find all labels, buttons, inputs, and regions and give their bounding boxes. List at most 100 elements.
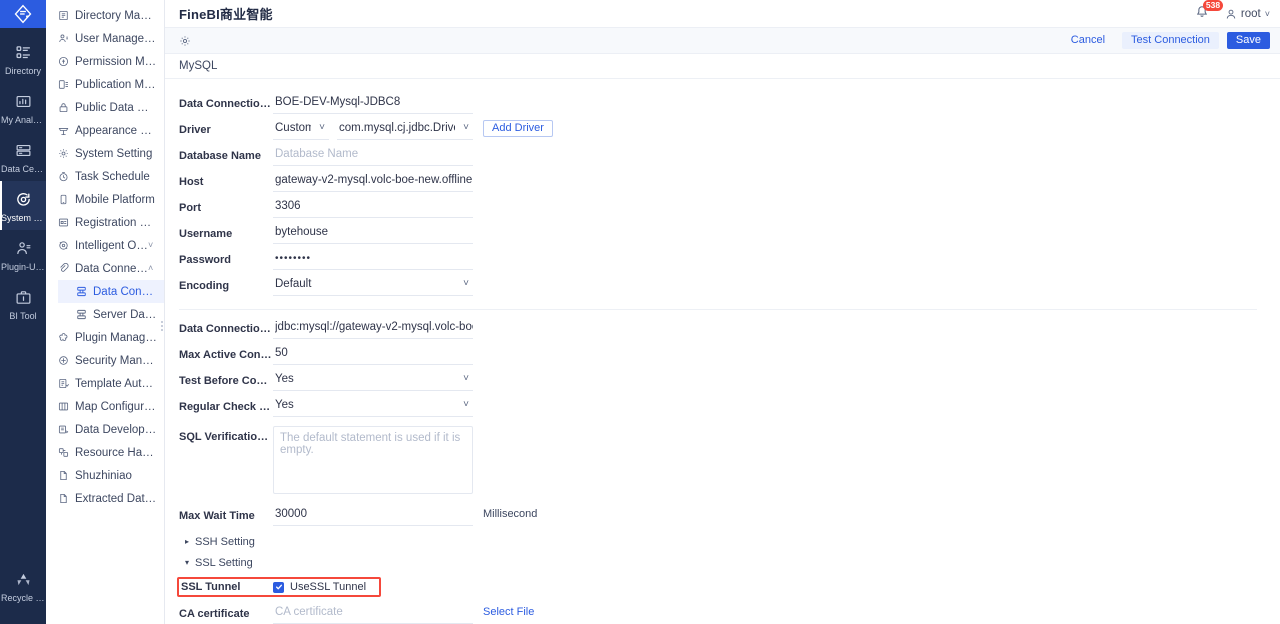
nav-item-label: Template Authent... [75,377,158,390]
rail-item-my-analysis[interactable]: My Analysis [0,83,46,132]
sql-verification-query-textarea[interactable] [273,426,473,494]
nav-item-server-dataset[interactable]: Server Dataset [58,303,164,326]
ssl-setting-accordion[interactable]: ▾ SSL Setting [165,552,1280,573]
rail-item-system-management[interactable]: System M... [0,181,46,230]
nav-item-system-setting[interactable]: System Setting [46,142,164,165]
nav-item-intelligent-om[interactable]: Intelligent O&M ˅ [46,234,164,257]
cancel-button[interactable]: Cancel [1062,32,1114,49]
field-label: Regular Check of Idle ... [179,401,273,413]
nav-item-appearance-configuration[interactable]: Appearance Con... [46,119,164,142]
add-driver-button[interactable]: Add Driver [483,120,553,137]
notification-bell[interactable]: 538 [1195,0,1224,23]
nav-item-resource-handover[interactable]: Resource Handover [46,441,164,464]
link-icon [56,263,70,274]
database-name-input[interactable] [273,145,473,166]
registration-icon [56,217,70,228]
test-before-connection-value[interactable] [273,370,473,391]
nav-item-data-connection[interactable]: Data Connectio... [58,280,164,303]
ca-certificate-input[interactable] [273,603,473,624]
nav-item-mobile-platform[interactable]: Mobile Platform [46,188,164,211]
nav-item-data-connection-group[interactable]: Data Connect... ˄ [46,257,164,280]
form-row-port: Port [165,197,1280,223]
ssh-setting-accordion[interactable]: ▸ SSH Setting [165,531,1280,552]
nav-item-plugin-management[interactable]: Plugin Management [46,326,164,349]
connection-form: Data Connection Name Driver ˅ [165,79,1280,624]
file-icon [56,493,70,504]
field-control [273,318,473,339]
field-control [273,344,473,365]
nav-item-label: Map Configuration [75,400,158,413]
driver-class-value[interactable] [337,119,473,140]
nav-item-public-data-management[interactable]: Public Data Mana... [46,96,164,119]
password-input[interactable] [273,249,473,270]
rail-item-directory[interactable]: Directory [0,34,46,83]
nav-item-label: Appearance Con... [75,124,158,137]
driver-mode-select[interactable]: ˅ [273,119,329,140]
field-label: Max Active Connection [179,349,273,361]
field-control [273,197,473,218]
nav-item-label: Data Connectio... [93,285,158,298]
regular-check-idle-select[interactable]: ˅ [273,396,473,417]
ssh-setting-label: SSH Setting [195,535,255,548]
field-label: SSL Tunnel [181,581,241,593]
nav-item-label: Plugin Management [75,331,158,344]
nav-item-publication-management[interactable]: Publication Mana... [46,73,164,96]
field-control [273,145,473,166]
finebi-logo-icon[interactable] [0,0,46,28]
username-input[interactable] [273,223,473,244]
nav-item-extracted-data-cache[interactable]: Extracted Data C... [46,487,164,510]
ssl-tunnel-checkbox[interactable] [273,581,284,593]
driver-mode-value[interactable] [273,119,329,140]
form-row-encoding: Encoding ˅ [165,275,1280,301]
field-control: Select File [273,603,534,624]
port-input[interactable] [273,197,473,218]
chart-icon [0,90,46,112]
nav-item-map-configuration[interactable]: Map Configuration [46,395,164,418]
nav-item-registration-management[interactable]: Registration Man... [46,211,164,234]
nav-item-security-management[interactable]: Security Manage... [46,349,164,372]
field-control: ˅ [273,396,473,417]
field-label: Username [179,228,233,240]
regular-check-idle-value[interactable] [273,396,473,417]
chevron-up-icon[interactable]: ˄ [148,264,158,273]
rail-item-plugin-user[interactable]: Plugin-Us... [0,230,46,279]
permission-icon [56,56,70,67]
save-button[interactable]: Save [1226,32,1270,49]
nav-item-directory-management[interactable]: Directory Manage... [46,4,164,27]
chevron-down-icon[interactable]: ˅ [148,241,158,250]
max-active-connection-input[interactable] [273,344,473,365]
field-label: Data Connection Name [179,98,273,110]
clock-icon [56,171,70,182]
form-row-test-before-connection: Test Before Connection ˅ [165,370,1280,396]
app-title: FineBI商业智能 [179,7,273,22]
triangle-down-icon: ▾ [185,557,190,567]
encoding-select[interactable]: ˅ [273,275,473,296]
nav-item-shuzhiniao[interactable]: Shuzhiniao [46,464,164,487]
test-before-connection-select[interactable]: ˅ [273,370,473,391]
app-root: Directory My Analysis Data Center System… [0,0,1280,624]
nav-item-task-schedule[interactable]: Task Schedule [46,165,164,188]
host-input[interactable] [273,171,473,192]
data-connection-name-input[interactable] [273,93,473,114]
form-row-username: Username [165,223,1280,249]
rail-item-data-center[interactable]: Data Center [0,132,46,181]
plugin-icon [56,332,70,343]
rail-item-bi-tool[interactable]: BI Tool [0,279,46,328]
test-connection-button[interactable]: Test Connection [1122,32,1219,49]
nav-item-permission-management[interactable]: Permission Mana... [46,50,164,73]
nav-item-template-authentication[interactable]: Template Authent... [46,372,164,395]
user-menu[interactable]: root ˅ [1225,8,1270,20]
rail-item-recycle-bin[interactable]: Recycle Bin [0,561,46,610]
driver-class-select[interactable]: ˅ [337,119,473,140]
nav-item-user-management[interactable]: User Management [46,27,164,50]
ssl-tunnel-checkbox-label: UseSSL Tunnel [290,581,367,593]
secondary-nav: Directory Manage... User Management Perm… [46,0,165,624]
encoding-value[interactable] [273,275,473,296]
nav-item-data-development[interactable]: Data Developmen... [46,418,164,441]
gear-icon[interactable] [179,35,191,47]
field-control [273,426,473,497]
select-file-link[interactable]: Select File [483,603,534,618]
field-label: CA certificate [179,608,250,620]
data-connection-url-input[interactable] [273,318,473,339]
max-wait-time-input[interactable] [273,505,473,526]
